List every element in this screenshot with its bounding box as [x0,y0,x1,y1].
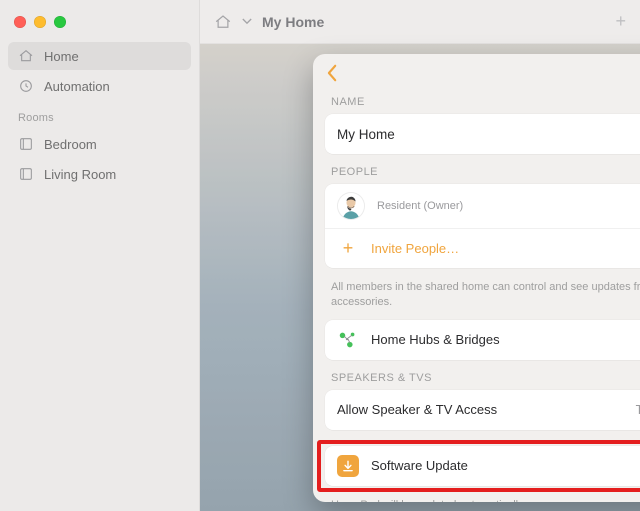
section-speakers-header: SPEAKERS & TVS [313,366,640,390]
sheet-header: Done [313,54,640,90]
sidebar-item-automation[interactable]: Automation [8,72,191,100]
sheet-scroll[interactable]: NAME PEOPLE [313,90,640,502]
software-update-hint: HomePod will be updated automatically. [313,492,640,502]
software-update-card: Software Update Automatic [325,446,640,486]
home-settings-sheet: Done NAME PEOPLE [313,54,640,502]
people-card: Resident (Owner) + Invite People… [325,184,640,268]
sidebar-item-label: Automation [44,79,110,94]
sidebar: Home Automation Rooms Bedroom [0,0,200,511]
sidebar-section-rooms: Rooms [8,102,191,128]
resident-row[interactable]: Resident (Owner) [325,184,640,228]
sidebar-item-label: Living Room [44,167,116,182]
download-icon [337,455,359,477]
speaker-access-row[interactable]: Allow Speaker & TV Access This Home [325,390,640,430]
speaker-access-card: Allow Speaker & TV Access This Home [325,390,640,430]
section-people-header: PEOPLE [313,160,640,184]
home-hubs-row[interactable]: Home Hubs & Bridges 2 [325,320,640,360]
hubs-icon [337,329,359,351]
plus-icon: + [337,238,359,260]
back-button[interactable] [327,64,345,82]
speaker-access-value: This Home [636,403,640,417]
sidebar-item-label: Home [44,49,79,64]
invite-people-row[interactable]: + Invite People… [325,228,640,268]
sidebar-item-home[interactable]: Home [8,42,191,70]
software-update-label: Software Update [371,458,468,473]
sidebar-item-label: Bedroom [44,137,97,152]
resident-role: Resident (Owner) [377,200,463,212]
sidebar-item-bedroom[interactable]: Bedroom [8,130,191,158]
software-update-row[interactable]: Software Update Automatic [325,446,640,486]
main-area: My Home + Done NAME [200,0,640,511]
sidebar-item-living-room[interactable]: Living Room [8,160,191,188]
window-controls [8,8,191,40]
speaker-access-label: Allow Speaker & TV Access [337,402,497,417]
avatar [337,192,365,220]
people-hint: All members in the shared home can contr… [313,274,640,320]
hubs-card: Home Hubs & Bridges 2 [325,320,640,360]
invite-people-label: Invite People… [371,241,459,256]
clock-icon [18,78,34,94]
minimize-window-button[interactable] [34,16,46,28]
home-name-input[interactable] [337,123,640,146]
window-content: Home Automation Rooms Bedroom [0,0,640,511]
section-name-header: NAME [313,90,640,114]
name-row[interactable] [325,114,640,154]
house-icon [18,48,34,64]
zoom-window-button[interactable] [54,16,66,28]
name-card [325,114,640,154]
close-window-button[interactable] [14,16,26,28]
app-window: Home Automation Rooms Bedroom [0,0,640,511]
room-icon [18,136,34,152]
room-icon [18,166,34,182]
home-hubs-label: Home Hubs & Bridges [371,332,500,347]
